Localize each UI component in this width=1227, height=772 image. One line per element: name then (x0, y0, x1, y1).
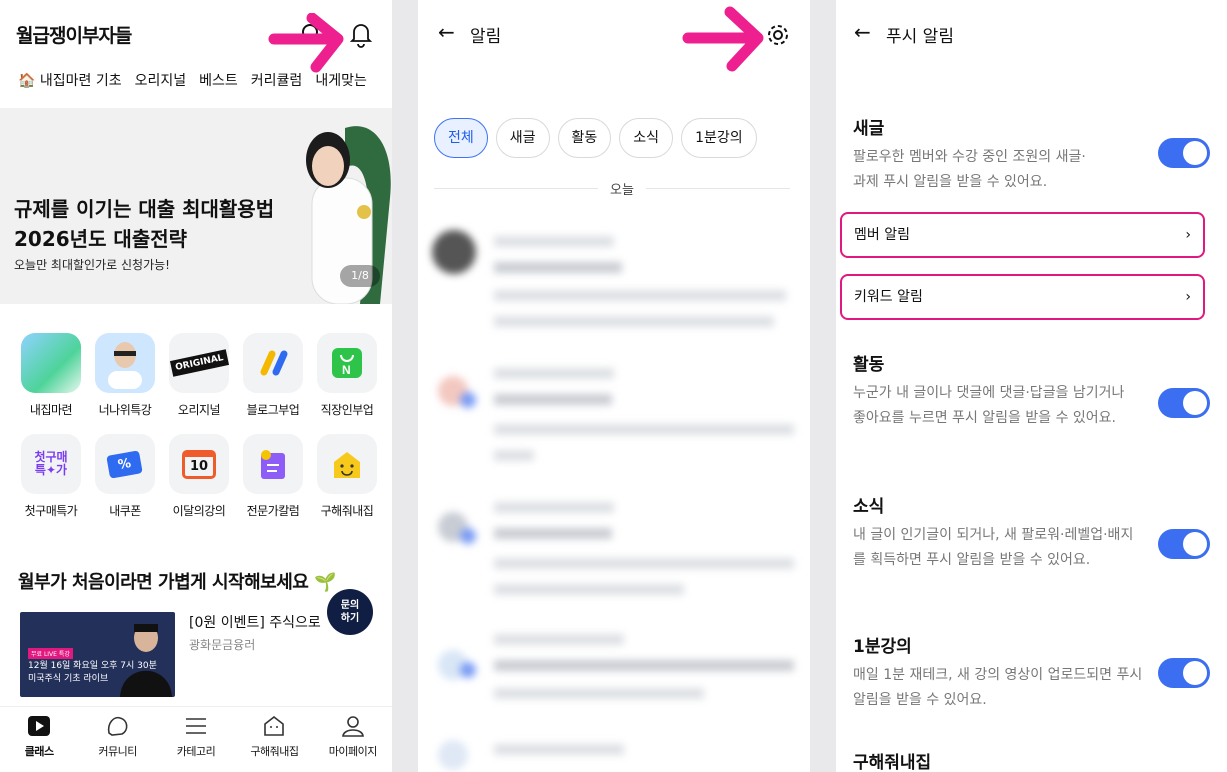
coupon-icon: % (95, 434, 155, 494)
chip-all[interactable]: 전체 (434, 118, 488, 158)
person-icon (341, 716, 364, 737)
page-title: 푸시 알림 (886, 27, 954, 47)
column-icon (243, 434, 303, 494)
notification-list (432, 230, 802, 770)
chevron-right-icon: › (1185, 227, 1191, 243)
play-icon (28, 716, 51, 736)
banner-subtitle: 오늘만 최대할인가로 신청가능! (14, 258, 170, 272)
house-smile-icon (317, 434, 377, 494)
news-toggle[interactable] (1158, 529, 1210, 559)
setting-news: 소식 내 글이 인기글이 되거나, 새 팔로워·레벨업·배지를 획득하면 푸시 … (853, 497, 1134, 568)
shortcut-home[interactable]: 내집마련 (14, 333, 88, 418)
shortcut-column[interactable]: 전문가칼럼 (236, 434, 310, 519)
event-title[interactable]: [0원 이벤트] 주식으로 (189, 612, 321, 632)
back-arrow-icon[interactable]: ← (854, 20, 871, 44)
highlight-arrow (268, 13, 344, 73)
new-post-toggle[interactable] (1158, 138, 1210, 168)
chevron-right-icon: › (1185, 289, 1191, 305)
shortcut-special-lecture[interactable]: 너나위특강 (88, 333, 162, 418)
app-logo: 월급쟁이부자들 (16, 25, 132, 47)
setting-1min-lecture: 1분강의 매일 1분 재테크, 새 강의 영상이 업로드되면 푸시 알림을 받을… (853, 637, 1143, 708)
back-arrow-icon[interactable]: ← (438, 20, 455, 44)
banner-page-indicator: 1/8 (340, 265, 380, 287)
shortcut-original[interactable]: ORIGINAL 오리지널 (162, 333, 236, 418)
shortcut-monthly-lecture[interactable]: 10 이달의강의 (162, 434, 236, 519)
home-icon (21, 333, 81, 393)
shortcut-grid: 내집마련 너나위특강 ORIGINAL 오리지널 블로그부업 N 직장인부업 첫구매… (14, 333, 384, 519)
category-tab[interactable]: 내게맞는 (315, 70, 367, 90)
banner-title: 규제를 이기는 대출 최대활용법 2026년도 대출전략 (14, 197, 275, 251)
shortcut-find-house[interactable]: 구해줘내집 (310, 434, 384, 519)
setting-activity: 활동 누군가 내 글이나 댓글에 댓글·답글을 남기거나 좋아요를 누르면 푸시… (853, 355, 1125, 426)
blog-icon (243, 333, 303, 393)
nav-class[interactable]: 클래스 (0, 707, 78, 772)
notifications-screen: ← 알림 전체 새글 활동 소식 1분강의 오늘 (418, 0, 810, 772)
setting-find-house: 구해줘내집 (853, 753, 932, 772)
chip-activity[interactable]: 활동 (557, 118, 612, 158)
category-tab[interactable]: 🏠 내집마련 기초 (18, 70, 122, 90)
shortcut-first-purchase[interactable]: 첫구매 특✦가 첫구매특가 (14, 434, 88, 519)
category-tab[interactable]: 오리지널 (135, 70, 187, 90)
svg-text:N: N (342, 363, 351, 377)
chip-1min-lecture[interactable]: 1분강의 (681, 118, 757, 158)
shortcut-blog[interactable]: 블로그부업 (236, 333, 310, 418)
nav-category[interactable]: 카테고리 (157, 707, 235, 772)
category-tab[interactable]: 베스트 (199, 70, 238, 90)
nav-find-house[interactable]: 구해줘내집 (235, 707, 313, 772)
chat-icon (107, 716, 128, 736)
inquiry-button[interactable]: 문의 하기 (327, 589, 373, 635)
house-icon (264, 715, 285, 736)
first-purchase-icon: 첫구매 특✦가 (21, 434, 81, 494)
category-tab[interactable]: 커리큘럼 (251, 70, 303, 90)
menu-icon (186, 718, 207, 734)
calendar-icon: 10 (169, 434, 229, 494)
chip-new-post[interactable]: 새글 (495, 118, 550, 158)
original-icon: ORIGINAL (169, 333, 229, 393)
member-alert-link[interactable]: 멤버 알림 › (840, 212, 1205, 258)
event-thumbnail[interactable]: 무료 LIVE 특강 12월 16일 화요일 오후 7시 30분 미국주식 기초 … (20, 612, 175, 697)
1min-lecture-toggle[interactable] (1158, 658, 1210, 688)
nav-community[interactable]: 커뮤니티 (78, 707, 156, 772)
chip-news[interactable]: 소식 (619, 118, 674, 158)
section-title: 월부가 처음이라면 가볍게 시작해보세요 🌱 (18, 572, 337, 593)
page-title: 알림 (470, 27, 502, 47)
lecturer-photo (95, 333, 155, 393)
setting-new-post: 새글 팔로우한 멤버와 수강 중인 조원의 새글·과제 푸시 알림을 받을 수 … (853, 119, 1086, 190)
filter-chips: 전체 새글 활동 소식 1분강의 (434, 118, 757, 158)
date-divider-label: 오늘 (598, 179, 646, 198)
category-tabs: 🏠 내집마련 기초 오리지널 베스트 커리큘럼 내게맞는 (18, 70, 367, 90)
event-author: 광화문금융러 (189, 638, 256, 652)
push-settings-screen: ← 푸시 알림 새글 팔로우한 멤버와 수강 중인 조원의 새글·과제 푸시 알… (836, 0, 1227, 772)
shortcut-coupon[interactable]: % 내쿠폰 (88, 434, 162, 519)
shortcut-side-job[interactable]: N 직장인부업 (310, 333, 384, 418)
nav-mypage[interactable]: 마이페이지 (314, 707, 392, 772)
bottom-nav: 클래스 커뮤니티 카테고리 구해줘내집 마이페이지 (0, 706, 392, 772)
activity-toggle[interactable] (1158, 388, 1210, 418)
highlight-arrow (682, 6, 764, 72)
home-screen: 월급쟁이부자들 🏠 내집마련 기초 오리지널 베스트 커리큘럼 내게맞는 규제를… (0, 0, 392, 772)
job-icon: N (317, 333, 377, 393)
keyword-alert-link[interactable]: 키워드 알림 › (840, 274, 1205, 320)
